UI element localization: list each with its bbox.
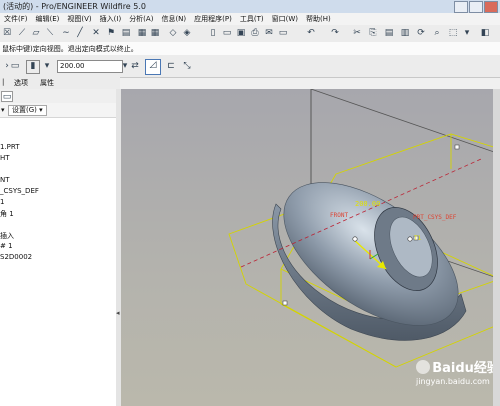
menu-help[interactable]: 帮助(H) <box>302 13 335 24</box>
shape-icon[interactable]: ▱ <box>31 28 41 38</box>
send-icon[interactable]: ▭ <box>278 28 288 38</box>
menu-tools[interactable]: 工具(T) <box>236 13 268 24</box>
copy-icon[interactable]: ⎘ <box>368 28 378 38</box>
tree-item-angle-1[interactable]: 角 1 <box>0 209 14 219</box>
minimize-button[interactable] <box>454 1 468 13</box>
menu-applications[interactable]: 应用程序(P) <box>190 13 236 24</box>
save-icon[interactable]: ▣ <box>236 28 246 38</box>
depth-dropdown-icon[interactable]: ▾ <box>120 61 130 71</box>
flip-material-icon[interactable]: ⤡ <box>182 61 192 71</box>
vertical-scrollbar[interactable] <box>493 89 500 406</box>
curve-icon[interactable]: ∼ <box>61 28 71 38</box>
thicken-icon[interactable]: ⊏ <box>166 61 176 71</box>
feature-dashboard: › ▭ ▮ ▾ 200.00 ▾ ⇄ ◿ ⊏ ⤡ <box>0 55 500 78</box>
tree-item-sketch[interactable]: S2D0002 <box>0 253 32 261</box>
drag-handle-1 <box>352 236 358 242</box>
new-icon[interactable]: ▯ <box>208 28 218 38</box>
open-icon[interactable]: ▭ <box>222 28 232 38</box>
surface-icon[interactable]: ▭ <box>10 61 20 71</box>
plane-icon[interactable]: ▤ <box>121 28 131 38</box>
settings-dropdown[interactable]: 设置(G) ▾ <box>8 105 47 116</box>
close-window-icon[interactable]: ☒ <box>2 28 12 38</box>
menu-info[interactable]: 信息(N) <box>157 13 190 24</box>
view-icon[interactable]: ◇ <box>168 28 178 38</box>
collapse-arrow-icon[interactable]: ◂ <box>116 309 120 317</box>
view2-icon[interactable]: ◈ <box>182 28 192 38</box>
line-icon[interactable]: ╱ <box>75 28 85 38</box>
tree-item-part[interactable]: 1.PRT <box>0 143 20 151</box>
tree-item-insert-here[interactable]: 插入 <box>0 231 14 241</box>
regenerate-icon[interactable]: ⟳ <box>416 28 426 38</box>
main-toolbar: ☒ ⟋ ▱ ⟍ ∼ ╱ ✕ ⚑ ▤ ▦ ▦ ◇ ◈ ▯ ▭ ▣ ⎙ ✉ ▭ ↶ … <box>0 25 500 43</box>
cut-icon[interactable]: ✂ <box>352 28 362 38</box>
depth-input[interactable]: 200.00 <box>57 60 123 73</box>
tree-item-right[interactable]: HT <box>0 154 10 162</box>
menu-insert[interactable]: 插入(I) <box>96 13 126 24</box>
settings-label: 设置(G) <box>12 106 37 114</box>
find-icon[interactable]: ⌕ <box>432 28 442 38</box>
csys-icon[interactable]: ✕ <box>91 28 101 38</box>
corner-handle-2 <box>282 300 288 306</box>
drag-handle-2 <box>407 236 413 242</box>
watermark: Baidu经验 jingyan.baidu.com <box>416 357 500 386</box>
menu-edit[interactable]: 编辑(E) <box>32 13 64 24</box>
tree-item-feature-1[interactable]: 1 <box>0 198 4 206</box>
folder-icon[interactable]: ▭ <box>1 91 13 102</box>
status-message: 鼠标中键)定向视图。退出定向模式以终止。 <box>2 45 138 53</box>
menu-bar: 文件(F) 编辑(E) 视图(V) 插入(I) 分析(A) 信息(N) 应用程序(P) 工具(… <box>0 13 500 25</box>
window-controls <box>453 1 498 13</box>
message-area: 鼠标中键)定向视图。退出定向模式以终止。 <box>0 42 500 56</box>
extrude-solid-icon[interactable]: ▮ <box>26 60 40 74</box>
menu-file[interactable]: 文件(F) <box>0 13 32 24</box>
tab-properties[interactable]: 属性 <box>40 78 54 88</box>
front-plane-label: FRONT <box>330 212 349 219</box>
navigator-header: ▭ <box>0 89 116 103</box>
menu-window[interactable]: 窗口(W) <box>268 13 302 24</box>
title-bar: (活动的) - Pro/ENGINEER Wildfire 5.0 <box>0 0 500 14</box>
print-icon[interactable]: ⎙ <box>250 28 260 38</box>
grid2-icon[interactable]: ▦ <box>150 28 160 38</box>
paste-icon[interactable]: ▤ <box>384 28 394 38</box>
axis-icon[interactable]: ⟍ <box>45 28 55 38</box>
depth-option-icon[interactable]: ▾ <box>42 61 52 71</box>
tree-item-feature-2[interactable]: # 1 <box>0 242 13 250</box>
csys-label: PRT_CSYS_DEF <box>413 214 457 221</box>
tab-placement[interactable]: | <box>2 78 4 86</box>
menu-view[interactable]: 视图(V) <box>63 13 95 24</box>
maximize-button[interactable] <box>469 1 483 13</box>
graphics-window[interactable]: 200.00 PRT_CSYS_DEF FRONT T1 Baidu经验 jin… <box>121 89 500 406</box>
filter-icon[interactable]: ▾ <box>462 28 472 38</box>
navigator-toolbar: ▾ 设置(G) ▾ <box>0 103 116 118</box>
model-tree-panel: ▭ ▾ 设置(G) ▾ 1.PRT HT NT _CSYS_DEF 1 角 1 … <box>0 89 117 406</box>
menu-analysis[interactable]: 分析(A) <box>125 13 157 24</box>
mail-icon[interactable]: ✉ <box>264 28 274 38</box>
sketch-icon[interactable]: ⟋ <box>17 28 27 38</box>
select-icon[interactable]: ⬚ <box>448 28 458 38</box>
redo-icon[interactable]: ↷ <box>330 28 340 38</box>
extra-label: T1 <box>414 235 422 242</box>
tree-item-front[interactable]: NT <box>0 176 10 184</box>
undo-icon[interactable]: ↶ <box>306 28 316 38</box>
remove-material-icon[interactable]: ◿ <box>145 59 161 75</box>
tab-options[interactable]: 选项 <box>14 78 28 88</box>
paste-special-icon[interactable]: ▥ <box>400 28 410 38</box>
close-button[interactable] <box>484 1 498 13</box>
corner-handle-1 <box>454 144 460 150</box>
show-dropdown-icon[interactable]: ▾ <box>1 106 5 114</box>
watermark-brand: Baidu经验 <box>432 361 500 376</box>
display-icon[interactable]: ◧ <box>480 28 490 38</box>
flip-direction-icon[interactable]: ⇄ <box>130 61 140 71</box>
grid-icon[interactable]: ▦ <box>137 28 147 38</box>
datum-icon[interactable]: ⚑ <box>106 28 116 38</box>
tree-item-csys[interactable]: _CSYS_DEF <box>0 187 39 195</box>
paw-icon <box>416 359 430 374</box>
window-title: (活动的) - Pro/ENGINEER Wildfire 5.0 <box>3 2 146 11</box>
watermark-url: jingyan.baidu.com <box>416 377 490 386</box>
dimension-label[interactable]: 200.00 <box>355 200 380 208</box>
